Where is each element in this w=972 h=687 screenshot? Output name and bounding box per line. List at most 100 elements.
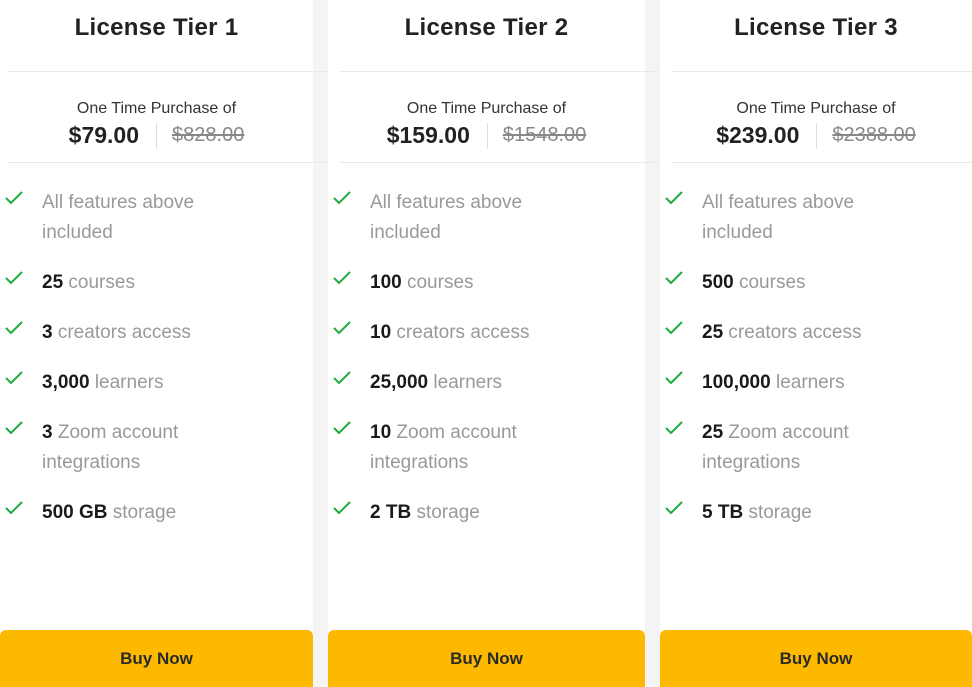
check-icon: [5, 271, 23, 285]
feature-item: 25 creators access: [660, 318, 972, 348]
price: $239.00: [716, 122, 800, 148]
feature-item: 100 courses: [328, 268, 645, 298]
feature-text: creators access: [52, 322, 191, 343]
feature-item: 100,000 learners: [660, 368, 972, 398]
check-icon: [665, 271, 683, 285]
feature-value: 2 TB: [370, 502, 412, 523]
feature-item: 25 courses: [0, 268, 313, 298]
feature-item: All features above included: [660, 188, 972, 248]
price: $79.00: [68, 122, 140, 148]
feature-text: learners: [770, 372, 845, 393]
feature-text: All features above included: [370, 192, 523, 243]
feature-text: courses: [733, 272, 806, 293]
feature-text: All features above included: [42, 192, 195, 243]
feature-value: 25,000: [370, 372, 429, 393]
divider: [672, 71, 972, 72]
price: $159.00: [386, 122, 470, 148]
feature-text: All features above included: [702, 192, 855, 243]
check-icon: [665, 421, 683, 435]
price-row: $159.00 $1548.00: [328, 122, 645, 149]
check-icon: [333, 321, 351, 335]
check-icon: [333, 271, 351, 285]
feature-value: 3: [42, 322, 53, 343]
feature-list: All features above included 25 courses 3 c…: [0, 188, 313, 548]
original-price: $2388.00: [832, 124, 916, 146]
buy-now-button[interactable]: Buy Now: [0, 630, 313, 687]
feature-value: 3,000: [42, 372, 90, 393]
feature-item: 10 creators access: [328, 318, 645, 348]
feature-text: creators access: [723, 322, 862, 343]
price-separator: [156, 122, 158, 149]
feature-item: 5 TB storage: [660, 498, 972, 528]
feature-item: 3 creators access: [0, 318, 313, 348]
feature-text: Zoom account integrations: [42, 422, 179, 473]
check-icon: [665, 321, 683, 335]
check-icon: [333, 501, 351, 515]
feature-value: 25: [42, 272, 64, 293]
feature-list: All features above included 500 courses 25…: [660, 188, 972, 548]
tier-title: License Tier 3: [734, 14, 898, 41]
divider: [340, 162, 659, 163]
check-icon: [5, 421, 23, 435]
check-icon: [665, 191, 683, 205]
feature-value: 500 GB: [42, 502, 108, 523]
feature-text: storage: [743, 502, 812, 523]
pricing-card-tier-1: License Tier 1 One Time Purchase of $79.…: [0, 0, 327, 687]
divider: [8, 162, 327, 163]
check-icon: [333, 191, 351, 205]
feature-item: 2 TB storage: [328, 498, 645, 528]
feature-item: All features above included: [328, 188, 645, 248]
feature-item: 500 GB storage: [0, 498, 313, 528]
purchase-subtitle: One Time Purchase of: [76, 100, 237, 117]
check-icon: [5, 321, 23, 335]
check-icon: [5, 191, 23, 205]
feature-list: All features above included 100 courses 10…: [328, 188, 645, 548]
price-row: $79.00 $828.00: [0, 122, 313, 149]
feature-text: Zoom account integrations: [702, 422, 849, 473]
purchase-subtitle: One Time Purchase of: [736, 100, 896, 117]
feature-item: 25 Zoom account integrations: [660, 418, 972, 478]
feature-value: 10: [370, 422, 392, 443]
original-price: $1548.00: [502, 124, 587, 146]
check-icon: [665, 371, 683, 385]
feature-text: storage: [107, 502, 177, 523]
feature-text: storage: [411, 502, 480, 523]
original-price: $828.00: [172, 124, 245, 146]
feature-item: 10 Zoom account integrations: [328, 418, 645, 478]
divider: [8, 71, 327, 72]
feature-text: learners: [428, 372, 503, 393]
feature-text: courses: [401, 272, 474, 293]
feature-value: 100,000: [702, 372, 771, 393]
feature-value: 5 TB: [702, 502, 744, 523]
check-icon: [333, 371, 351, 385]
price-row: $239.00 $2388.00: [660, 122, 972, 149]
feature-value: 3: [42, 422, 53, 443]
feature-item: 500 courses: [660, 268, 972, 298]
divider: [340, 71, 659, 72]
feature-item: 3 Zoom account integrations: [0, 418, 313, 478]
check-icon: [5, 371, 23, 385]
price-separator: [816, 122, 818, 149]
check-icon: [665, 501, 683, 515]
check-icon: [5, 501, 23, 515]
purchase-subtitle: One Time Purchase of: [406, 100, 567, 117]
feature-item: All features above included: [0, 188, 313, 248]
feature-value: 500: [702, 272, 734, 293]
feature-value: 10: [370, 322, 392, 343]
feature-text: creators access: [391, 322, 530, 343]
feature-text: Zoom account integrations: [370, 422, 517, 473]
feature-text: learners: [89, 372, 164, 393]
feature-value: 25: [702, 322, 724, 343]
feature-text: courses: [63, 272, 135, 293]
divider: [672, 162, 972, 163]
feature-value: 100: [370, 272, 402, 293]
tier-title: License Tier 1: [74, 14, 239, 41]
buy-now-button[interactable]: Buy Now: [328, 630, 645, 687]
buy-now-button[interactable]: Buy Now: [660, 630, 972, 687]
tier-title: License Tier 2: [404, 14, 569, 41]
pricing-card-tier-2: License Tier 2 One Time Purchase of $159…: [328, 0, 659, 687]
feature-item: 3,000 learners: [0, 368, 313, 398]
pricing-card-tier-3: License Tier 3 One Time Purchase of $239…: [660, 0, 972, 687]
price-separator: [486, 122, 488, 149]
feature-item: 25,000 learners: [328, 368, 645, 398]
